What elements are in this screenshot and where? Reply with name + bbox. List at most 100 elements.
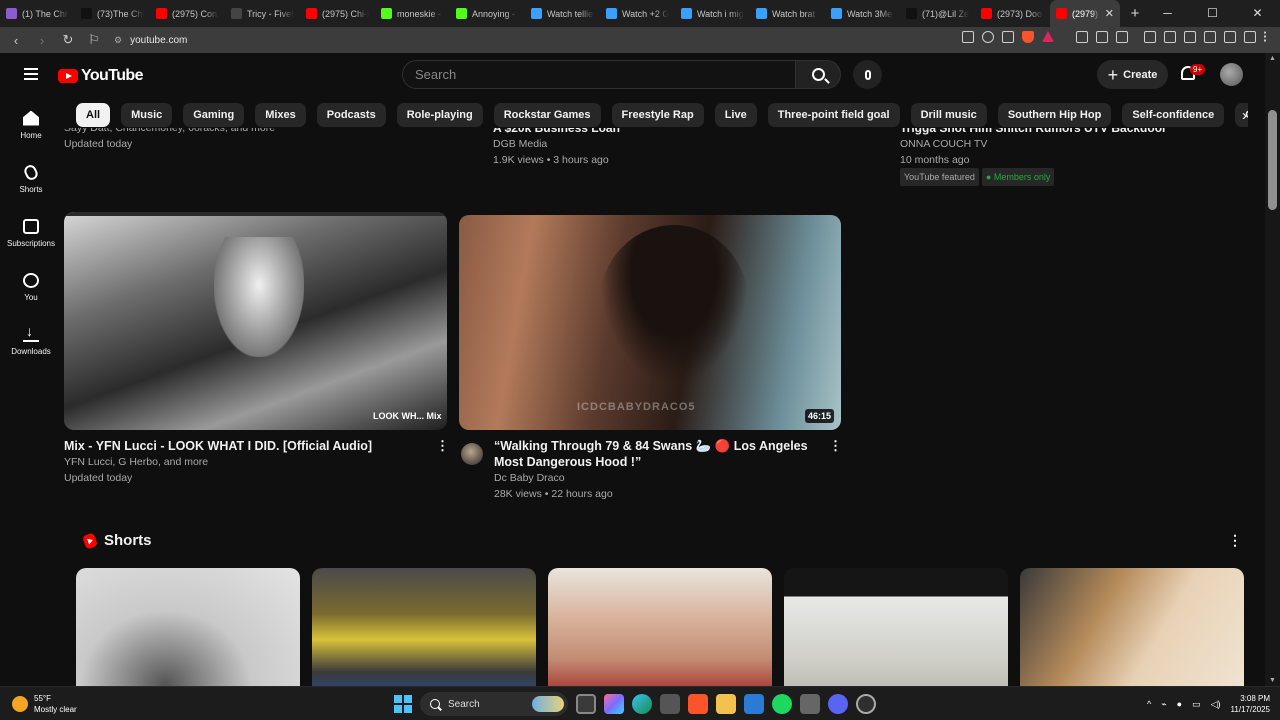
video-card-mix[interactable]: LOOK WH... Mix Mix - YFN Lucci - LOOK WH…: [64, 212, 449, 486]
browser-tab-active[interactable]: (2979) ✕: [1050, 0, 1120, 27]
voice-search-button[interactable]: [853, 60, 882, 89]
scroll-up-icon[interactable]: ▲: [1269, 55, 1276, 62]
puzzle-icon[interactable]: [1096, 31, 1108, 43]
chip-southern-hip-hop[interactable]: Southern Hip Hop: [997, 103, 1112, 127]
display-icon[interactable]: ▭: [1192, 699, 1201, 710]
site-info-icon[interactable]: ⚙: [114, 35, 122, 46]
close-window-icon[interactable]: ✕: [1235, 0, 1280, 27]
tray-overflow-icon[interactable]: ^: [1147, 699, 1151, 709]
chips-next-arrow-icon[interactable]: ›: [1232, 103, 1257, 128]
hamburger-menu-icon[interactable]: [24, 68, 38, 80]
brave-rewards-icon[interactable]: [1042, 31, 1054, 42]
guide-item-shorts[interactable]: Shorts: [0, 152, 62, 206]
browser-tab[interactable]: (2975) Chi-I: [300, 0, 375, 27]
store-icon[interactable]: [660, 694, 680, 714]
browser-tab[interactable]: (1) The Chi: [0, 0, 75, 27]
taskbar-clock[interactable]: 3:08 PM 11/17/2025: [1231, 693, 1270, 715]
video-thumbnail[interactable]: LOOK WH... Mix: [64, 212, 447, 430]
short-thumbnail[interactable]: [1020, 568, 1244, 686]
guide-item-subscriptions[interactable]: Subscriptions: [0, 206, 62, 260]
create-button[interactable]: + Create: [1097, 60, 1168, 89]
video-title[interactable]: “Walking Through 79 & 84 Swans 🦢 🔴 Los A…: [494, 438, 811, 470]
leo-ai-icon[interactable]: [1224, 31, 1236, 43]
weather-widget[interactable]: 55°F Mostly clear: [12, 693, 77, 715]
chip-gaming[interactable]: Gaming: [183, 103, 245, 127]
discord-icon[interactable]: [828, 694, 848, 714]
spotify-icon[interactable]: [772, 694, 792, 714]
browser-tab[interactable]: Watch i mig: [675, 0, 750, 27]
app2-icon[interactable]: [856, 694, 876, 714]
vpn-icon[interactable]: [1244, 31, 1256, 43]
media-icon[interactable]: [1164, 31, 1176, 43]
volume-icon[interactable]: ◁): [1211, 699, 1221, 710]
zoom-icon[interactable]: [982, 31, 994, 43]
chip-live[interactable]: Live: [714, 103, 757, 127]
close-tab-icon[interactable]: ✕: [1105, 7, 1114, 20]
chip-rockstar-games[interactable]: Rockstar Games: [493, 103, 601, 127]
prev-card-1-meta[interactable]: Sayy Datt, Chancemoney, 6oracks, and mor…: [64, 128, 275, 152]
chip-three-point-field-goal[interactable]: Three-point field goal: [767, 103, 900, 127]
chip-role-playing[interactable]: Role-playing: [396, 103, 483, 127]
chip-mixes[interactable]: Mixes: [255, 103, 306, 127]
short-thumbnail[interactable]: [548, 568, 772, 686]
page-scrollbar[interactable]: ▲ ▼: [1265, 53, 1280, 686]
minimize-icon[interactable]: ─: [1145, 0, 1190, 27]
guide-item-you[interactable]: You: [0, 260, 62, 314]
brave-icon[interactable]: [688, 694, 708, 714]
channel-name[interactable]: Dc Baby Draco: [494, 470, 811, 486]
video-title[interactable]: Mix - YFN Lucci - LOOK WHAT I DID. [Offi…: [64, 438, 447, 454]
tab-search-icon[interactable]: [1116, 31, 1128, 43]
forward-icon[interactable]: ›: [32, 33, 52, 48]
bookmark-icon[interactable]: ⚐: [84, 32, 104, 48]
youtube-logo[interactable]: YouTube: [58, 67, 143, 85]
chip-freestyle-rap[interactable]: Freestyle Rap: [611, 103, 704, 127]
account-avatar[interactable]: [1220, 63, 1243, 86]
browser-tab[interactable]: (73)The Chi: [75, 0, 150, 27]
extension-icon[interactable]: [1076, 31, 1088, 43]
search-button[interactable]: [795, 60, 841, 89]
browser-tab[interactable]: Watch tellie: [525, 0, 600, 27]
menu-icon[interactable]: [1264, 31, 1270, 43]
more-actions-icon[interactable]: ⋮: [829, 438, 842, 454]
copilot-icon[interactable]: [604, 694, 624, 714]
chip-self-confidence[interactable]: Self-confidence: [1122, 103, 1225, 127]
chip-music[interactable]: Music: [121, 103, 173, 127]
guide-item-downloads[interactable]: Downloads: [0, 314, 62, 368]
browser-tab[interactable]: Watch +2 G: [600, 0, 675, 27]
reload-icon[interactable]: ↻: [58, 32, 78, 48]
browser-tab[interactable]: Annoying -: [450, 0, 525, 27]
network-icon[interactable]: ⌁: [1161, 699, 1166, 710]
browser-tab[interactable]: moneskie -: [375, 0, 450, 27]
browser-tab[interactable]: Tricy - Fivef: [225, 0, 300, 27]
address-bar[interactable]: ⚙ youtube.com: [114, 30, 954, 50]
prev-card-3-meta[interactable]: Trigga Shot Him Snitch Rumors UTV Backdo…: [900, 128, 1167, 186]
task-view-icon[interactable]: [576, 694, 596, 714]
browser-tab[interactable]: (2973) Doo: [975, 0, 1050, 27]
short-thumbnail[interactable]: [784, 568, 1008, 686]
download-icon[interactable]: [1144, 31, 1156, 43]
wallet-icon[interactable]: [1204, 31, 1216, 43]
back-icon[interactable]: ‹: [6, 33, 26, 48]
guide-item-home[interactable]: Home: [0, 98, 62, 152]
file-explorer-icon[interactable]: [716, 694, 736, 714]
search-input[interactable]: Search: [402, 60, 796, 89]
scroll-down-icon[interactable]: ▼: [1269, 677, 1276, 684]
browser-tab[interactable]: (71)@Lil Ze: [900, 0, 975, 27]
browser-tab[interactable]: Watch brat: [750, 0, 825, 27]
mic-tray-icon[interactable]: ●: [1177, 699, 1182, 709]
windows-start-icon[interactable]: [394, 695, 412, 713]
channel-avatar[interactable]: [461, 443, 483, 465]
browser-tab[interactable]: (2975) Con: [150, 0, 225, 27]
chip-drill-music[interactable]: Drill music: [910, 103, 987, 127]
scrollbar-thumb[interactable]: [1268, 110, 1277, 210]
prev-card-2-meta[interactable]: A $20k Business Loan DGB Media 1.9K view…: [493, 128, 620, 168]
taskbar-search[interactable]: Search: [420, 692, 568, 716]
video-card-walking[interactable]: ICDCBABYDRACO5 46:15 “Walking Through 79…: [459, 215, 842, 502]
maximize-icon[interactable]: ☐: [1190, 0, 1235, 27]
chip-all[interactable]: All: [76, 103, 111, 127]
edge-icon[interactable]: [632, 694, 652, 714]
browser-tab[interactable]: Watch 3Me: [825, 0, 900, 27]
app-icon[interactable]: [800, 694, 820, 714]
cast-icon[interactable]: [962, 31, 974, 43]
share-icon[interactable]: [1002, 31, 1014, 43]
